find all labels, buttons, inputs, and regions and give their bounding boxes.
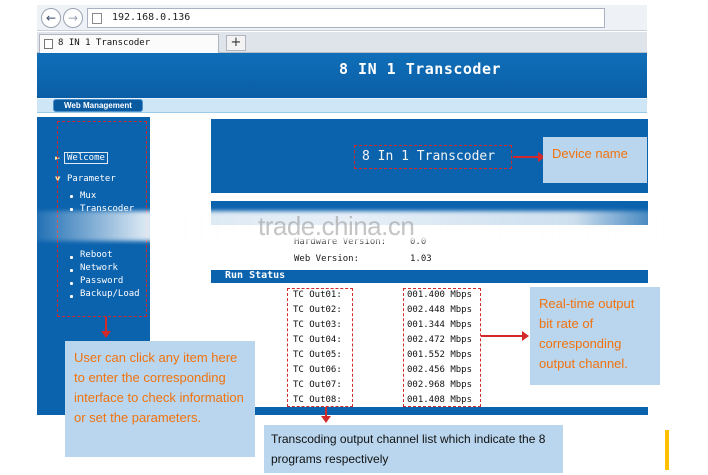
run-status-title: Run Status [225, 270, 286, 281]
arrow-down-icon [321, 416, 331, 423]
channel-list-callout-text: Transcoding output channel list which in… [271, 432, 546, 466]
run-status-header: Run Status [211, 270, 648, 283]
web-version-value: 1.03 [410, 254, 432, 264]
new-tab-button[interactable]: + [226, 35, 246, 51]
sidebar-help-callout: User can click any item here to enter th… [65, 341, 255, 457]
forward-arrow-icon[interactable]: → [63, 8, 83, 28]
channel-list-callout: Transcoding output channel list which in… [264, 425, 563, 473]
address-bar: ← → 192.168.0.136 [37, 5, 647, 31]
web-version-label: Web Version: [294, 254, 360, 264]
sidebar-help-callout-text: User can click any item here to enter th… [74, 350, 244, 425]
arrow-line [481, 335, 525, 337]
bitrate-callout: Real-time output bit rate of correspondi… [530, 287, 660, 385]
back-arrow-icon[interactable]: ← [41, 8, 61, 28]
yellow-marker [665, 430, 669, 470]
page-title: 8 IN 1 Transcoder [339, 60, 502, 78]
arrow-line [513, 156, 541, 158]
arrow-down-icon [101, 331, 111, 338]
device-name: 8 In 1 Transcoder [362, 149, 496, 164]
watermark: trade.china.cn [258, 211, 415, 241]
page-header: 8 IN 1 Transcoder [37, 53, 647, 98]
bitrate-callout-text: Real-time output bit rate of correspondi… [539, 296, 635, 371]
arrow-right-icon [522, 331, 529, 341]
device-name-callout-text: Device name [552, 146, 628, 161]
page-icon [44, 39, 53, 49]
bitrate-highlight-box [403, 288, 481, 407]
channel-list-highlight-box [287, 288, 353, 407]
menu-strip: Web Management [37, 98, 647, 113]
content-footer-band [211, 407, 648, 415]
device-name-callout: Device name [543, 137, 647, 183]
url-text: 192.168.0.136 [112, 12, 191, 23]
tab-title: 8 IN 1 Transcoder [58, 38, 151, 48]
page-icon [92, 13, 102, 24]
device-name-box: 8 In 1 Transcoder [354, 145, 512, 169]
tab-bar: 8 IN 1 Transcoder + [37, 32, 647, 53]
web-management-button[interactable]: Web Management [53, 99, 143, 112]
browser-tab[interactable]: 8 IN 1 Transcoder [39, 34, 219, 53]
url-input[interactable]: 192.168.0.136 [87, 8, 605, 28]
